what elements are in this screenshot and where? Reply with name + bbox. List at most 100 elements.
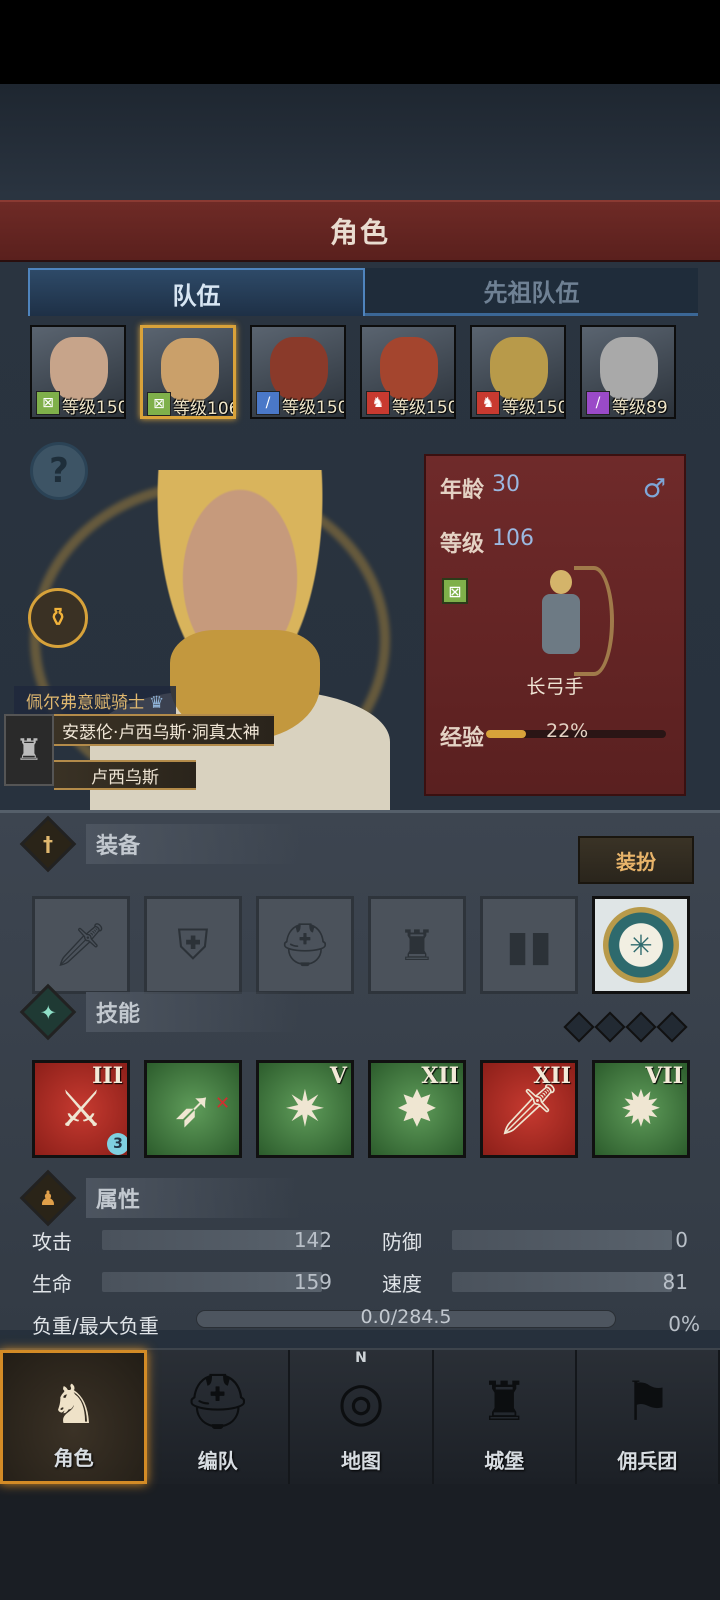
skill-3[interactable]: ✷ V bbox=[256, 1060, 354, 1158]
boots-icon: ▮▮ bbox=[505, 920, 553, 970]
bottom-nav: ♞ 角色 ⛑ 编队 N ◎ 地图 ♜ 城堡 ⚑ 佣兵团 bbox=[0, 1348, 720, 1484]
defense-value: 0 bbox=[675, 1228, 688, 1252]
knight-crest-icon: ♜ bbox=[4, 714, 54, 786]
hp-bar bbox=[102, 1272, 322, 1292]
page-title-bar: 角色 bbox=[0, 200, 720, 262]
page-title: 角色 bbox=[329, 216, 390, 249]
nav-formation[interactable]: ⛑ 编队 bbox=[147, 1350, 291, 1484]
armor-slot[interactable]: ♜ bbox=[368, 896, 466, 994]
load-row: 负重/最大负重 bbox=[32, 1310, 192, 1338]
hero-level: 等级150 bbox=[62, 398, 126, 418]
skill-6[interactable]: ✹ VII bbox=[592, 1060, 690, 1158]
nav-label: 佣兵团 bbox=[617, 1449, 678, 1473]
staff-icon: / bbox=[586, 391, 610, 415]
skill-1[interactable]: ⚔ III 3 bbox=[32, 1060, 130, 1158]
sword-icon: 🗡 bbox=[54, 920, 108, 969]
potion-icon: ⚱ bbox=[47, 603, 69, 633]
nav-label: 城堡 bbox=[484, 1449, 525, 1473]
hero-level: 等级150 bbox=[392, 398, 456, 418]
crown-icon: ♛ bbox=[149, 693, 165, 713]
horse-icon: ♞ bbox=[366, 391, 390, 415]
hero-card-4[interactable]: ♞ 等级150 bbox=[360, 325, 456, 419]
nav-character[interactable]: ♞ 角色 bbox=[0, 1350, 148, 1484]
star-icon: ✦ bbox=[19, 983, 77, 1041]
hero-card-6[interactable]: / 等级89 bbox=[580, 325, 676, 419]
banner-icon: ⚑ bbox=[623, 1370, 672, 1433]
hero-level: 等级150 bbox=[282, 398, 346, 418]
skill-2[interactable]: ➶ ✕ bbox=[144, 1060, 242, 1158]
skill-count: 3 bbox=[107, 1133, 127, 1155]
helmet-slot[interactable]: ⛑ bbox=[256, 896, 354, 994]
shield-icon: ⛨ bbox=[177, 920, 209, 969]
gem-slot-icon bbox=[563, 1011, 595, 1043]
medal-icon: ✳ bbox=[603, 907, 679, 983]
knight-icon: ♞ bbox=[49, 1373, 98, 1436]
dagger-icon: † bbox=[19, 815, 77, 873]
exp-bar-fill bbox=[486, 730, 526, 738]
load-percent-row: 0% bbox=[640, 1310, 700, 1338]
tab-ancestor-team[interactable]: 先祖队伍 bbox=[365, 268, 698, 316]
hp-label: 生命 bbox=[32, 1271, 72, 1296]
defense-bar bbox=[452, 1230, 672, 1250]
skill-5[interactable]: 🗡 XII bbox=[480, 1060, 578, 1158]
attributes-title: 属性 bbox=[86, 1178, 301, 1218]
weapon-slot[interactable]: 🗡 bbox=[32, 896, 130, 994]
skill-rank: III bbox=[92, 1063, 123, 1089]
potion-button[interactable]: ⚱ bbox=[28, 588, 88, 648]
horse-icon: ♞ bbox=[476, 391, 500, 415]
load-percent: 0% bbox=[668, 1312, 700, 1336]
attributes-header: ♟ 属性 bbox=[19, 1169, 301, 1227]
nav-map[interactable]: N ◎ 地图 bbox=[290, 1350, 434, 1484]
hero-card-5[interactable]: ♞ 等级150 bbox=[470, 325, 566, 419]
exp-label: 经验 bbox=[440, 726, 485, 751]
skills-header: ✦ 技能 bbox=[19, 983, 301, 1041]
attack-value: 142 bbox=[293, 1228, 332, 1252]
nav-castle[interactable]: ♜ 城堡 bbox=[434, 1350, 577, 1484]
speed-bar bbox=[452, 1272, 672, 1292]
hero-level: 等级89 bbox=[612, 398, 668, 418]
speed-label: 速度 bbox=[382, 1271, 422, 1296]
skill-4[interactable]: ✸ XII bbox=[368, 1060, 466, 1158]
speed-value: 81 bbox=[662, 1270, 688, 1294]
attack-label: 攻击 bbox=[32, 1229, 72, 1254]
castle-icon: ♜ bbox=[479, 1370, 529, 1433]
order-label: 佩尔弗意赋骑士 ♛ bbox=[14, 686, 177, 715]
short-name: 卢西乌斯 bbox=[91, 767, 159, 788]
help-button[interactable]: ? bbox=[30, 442, 88, 500]
question-icon: ? bbox=[49, 451, 69, 491]
skill-rank: V bbox=[329, 1063, 347, 1089]
hero-card-3[interactable]: / 等级150 bbox=[250, 325, 346, 419]
class-name: 长弓手 bbox=[526, 676, 584, 698]
nav-mercenary[interactable]: ⚑ 佣兵团 bbox=[577, 1350, 720, 1484]
badge-slot[interactable]: ✳ bbox=[592, 896, 690, 994]
defense-label: 防御 bbox=[382, 1229, 422, 1254]
hero-level: 等级106 bbox=[173, 399, 236, 419]
nav-label: 角色 bbox=[53, 1446, 94, 1470]
sword-icon: / bbox=[256, 391, 280, 415]
level-label: 等级 bbox=[440, 532, 485, 557]
hero-card-2[interactable]: ⊠ 等级106 bbox=[140, 325, 236, 419]
skill-rank: VII bbox=[645, 1063, 683, 1089]
equipment-header: † 装备 bbox=[19, 815, 301, 873]
tab-bar: 队伍 先祖队伍 bbox=[28, 268, 698, 316]
full-name-plate: 安瑟伦·卢西乌斯·洞真太神 bbox=[54, 714, 274, 746]
character-info-banner: 年龄 30 ♂ 等级 106 ⊠ 长弓手 经验 22% bbox=[424, 454, 686, 796]
age-label: 年龄 bbox=[440, 478, 485, 503]
boots-slot[interactable]: ▮▮ bbox=[480, 896, 578, 994]
nav-label: 地图 bbox=[341, 1449, 381, 1473]
bow-icon: ⊠ bbox=[442, 578, 468, 604]
tab-team[interactable]: 队伍 bbox=[28, 268, 365, 316]
male-icon: ♂ bbox=[642, 474, 666, 504]
defense-row: 防御 0 bbox=[382, 1226, 688, 1254]
nav-label: 编队 bbox=[197, 1449, 238, 1473]
shield-slot[interactable]: ⛨ bbox=[144, 896, 242, 994]
short-name-plate: 卢西乌斯 bbox=[54, 760, 196, 790]
order-text: 佩尔弗意赋骑士 bbox=[26, 693, 145, 713]
hero-card-1[interactable]: ⊠ 等级150 bbox=[30, 325, 126, 419]
dress-button[interactable]: 装扮 bbox=[578, 836, 694, 884]
skills-title: 技能 bbox=[86, 992, 301, 1032]
hp-value: 159 bbox=[293, 1270, 332, 1294]
gem-slot-icon bbox=[656, 1011, 688, 1043]
load-value: 0.0/284.5 bbox=[360, 1306, 452, 1328]
cross-icon: ✕ bbox=[215, 1093, 231, 1114]
